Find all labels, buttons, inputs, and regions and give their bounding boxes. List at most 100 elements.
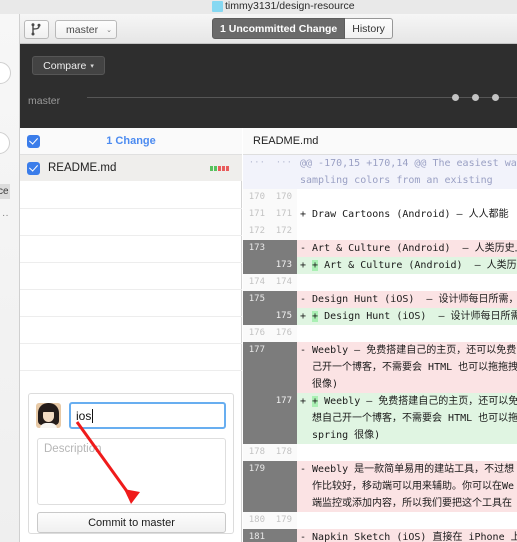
diff-line-content: - Weebly 是一款简单易用的建站工具，不过想 (297, 461, 517, 478)
changes-panel: 1 Change README.md ios Description Commi… (20, 128, 242, 542)
diff-body[interactable]: ··· ··· @@ -170,15 +170,14 @@ The easiest … (243, 155, 517, 542)
diff-line[interactable]: 175 - Design Hunt (iOS) — 设计师每日所需， (243, 291, 517, 308)
diff-line[interactable]: 172 172 (243, 223, 517, 240)
diff-line-number-new (270, 461, 297, 478)
row-divider (20, 343, 242, 344)
diff-line[interactable]: 171 171 + Draw Cartoons (Android) — 人人都能 (243, 206, 517, 223)
repo-color-swatch (212, 1, 223, 12)
diff-line-number-old: 171 (243, 206, 270, 223)
toolbar: master ⌄ 1 Uncommitted Change History (0, 14, 517, 44)
view-segmented-control: 1 Uncommitted Change History (212, 18, 393, 39)
diff-line-number-old: 172 (243, 223, 270, 240)
diff-line-number-old: 173 (243, 240, 270, 257)
diff-line[interactable]: 174 174 (243, 274, 517, 291)
diff-line[interactable]: 作比较好，移动端可以用来辅助。你可以在We (243, 478, 517, 495)
diff-line-content: sampling colors from an existing (297, 172, 517, 189)
diff-line-number-old (243, 257, 270, 274)
diff-line-content (297, 512, 517, 529)
diff-line-number-new (270, 410, 297, 427)
diff-line-content: 很像) (297, 376, 517, 393)
github-desktop-window: timmy3131/design-resource master ⌄ 1 Unc… (0, 0, 517, 542)
diff-line-number-old: 177 (243, 342, 270, 359)
diff-line-content: 作比较好，移动端可以用来辅助。你可以在We (297, 478, 517, 495)
file-checkbox[interactable] (27, 161, 40, 175)
branch-icon (31, 23, 41, 36)
diff-line[interactable]: 173 - Art & Culture (Android) — 人类历史上 (243, 240, 517, 257)
diff-line[interactable]: 175 + + Design Hunt (iOS) — 设计师每日所需 (243, 308, 517, 325)
diff-line[interactable]: ··· ··· @@ -170,15 +170,14 @@ The easiest … (243, 155, 517, 172)
changes-header: 1 Change (20, 128, 242, 155)
branch-icon-button[interactable] (24, 20, 49, 39)
diff-line-number-new: 179 (270, 512, 297, 529)
diff-line-number-old (243, 359, 270, 376)
changes-count-label: 1 Change (106, 135, 156, 147)
commit-description-input[interactable]: Description (37, 438, 226, 505)
diff-line-number-old: 174 (243, 274, 270, 291)
diff-line[interactable]: 很像) (243, 376, 517, 393)
diff-line-content: 己开一个博客，不需要会 HTML 也可以拖拖拽 (297, 359, 517, 376)
row-divider (20, 370, 242, 371)
diff-line-number-new: 173 (270, 257, 297, 274)
diff-line-number-old (243, 427, 270, 444)
diff-panel: README.md ··· ··· @@ -170,15 +170,14 @@ Th… (243, 128, 517, 542)
diff-line[interactable]: 177 - Weebly — 免费搭建自己的主页，还可以免费 (243, 342, 517, 359)
diff-line-content (297, 325, 517, 342)
compare-button-label: Compare (43, 59, 87, 72)
graph-branch-label: master (28, 95, 61, 107)
diff-line-number-old: 170 (243, 189, 270, 206)
avatar (36, 403, 61, 428)
compare-button[interactable]: Compare ▾ (32, 56, 105, 75)
diff-add-marker: + (312, 260, 319, 271)
diff-line-number-old: 181 (243, 529, 270, 542)
edge-circle-decor (0, 62, 11, 84)
diff-line[interactable]: 180 179 (243, 512, 517, 529)
diff-line[interactable]: 170 170 (243, 189, 517, 206)
repository-title: timmy3131/design-resource (225, 0, 355, 12)
commit-dot[interactable] (452, 94, 459, 101)
diff-line-number-old (243, 478, 270, 495)
diff-line-number-old (243, 393, 270, 410)
diff-line-number-new (270, 529, 297, 542)
tab-uncommitted-changes[interactable]: 1 Uncommitted Change (212, 18, 346, 39)
diff-line-number-new (270, 359, 297, 376)
diff-line-number-old (243, 410, 270, 427)
row-divider (20, 208, 242, 209)
diff-line-content: 端监控或添加内容，所以我们要把这个工具在 (297, 495, 517, 512)
diff-line[interactable]: 想自己开一个博客，不需要会 HTML 也可以拖 (243, 410, 517, 427)
commit-form: ios Description Commit to master (28, 393, 234, 534)
changed-file-row[interactable]: README.md (20, 155, 242, 181)
diff-line-number-new (270, 427, 297, 444)
diff-line-number-new: 178 (270, 444, 297, 461)
diff-line-content (297, 444, 517, 461)
diff-line[interactable]: 173 + + Art & Culture (Android) — 人类历史 (243, 257, 517, 274)
commit-dot[interactable] (472, 94, 479, 101)
row-divider (20, 316, 242, 317)
diff-line-number-old (243, 495, 270, 512)
diff-line[interactable]: 181 - Napkin Sketch (iOS) 直接在 iPhone 上进 (243, 529, 517, 542)
compare-bar: Compare ▾ master (20, 44, 517, 128)
tab-history[interactable]: History (345, 18, 393, 39)
diff-line[interactable]: 177 + + Weebly — 免费搭建自己的主页，还可以免 (243, 393, 517, 410)
branch-selector-button[interactable]: master ⌄ (55, 20, 117, 39)
commit-to-master-button[interactable]: Commit to master (37, 512, 226, 533)
diff-line-number-new (270, 172, 297, 189)
diff-line[interactable]: 178 178 (243, 444, 517, 461)
diff-line[interactable]: 179 - Weebly 是一款简单易用的建站工具，不过想 (243, 461, 517, 478)
diff-line-number-new: 175 (270, 308, 297, 325)
diff-line[interactable]: 己开一个博客，不需要会 HTML 也可以拖拖拽 (243, 359, 517, 376)
diff-line[interactable]: sampling colors from an existing (243, 172, 517, 189)
diff-line-number-new: 171 (270, 206, 297, 223)
diff-line-content: + + Weebly — 免费搭建自己的主页，还可以免 (297, 393, 517, 410)
commit-dot[interactable] (492, 94, 499, 101)
diff-line[interactable]: 端监控或添加内容，所以我们要把这个工具在 (243, 495, 517, 512)
diff-line-number-new: 174 (270, 274, 297, 291)
diff-line-number-old: 180 (243, 512, 270, 529)
diff-line[interactable]: 176 176 (243, 325, 517, 342)
diff-line-content: 想自己开一个博客，不需要会 HTML 也可以拖 (297, 410, 517, 427)
branch-selector-label: master (66, 23, 99, 36)
diff-line-content: @@ -170,15 +170,14 @@ The easiest wa (297, 155, 517, 172)
diff-line[interactable]: spring 很像) (243, 427, 517, 444)
diff-line-number-old: 179 (243, 461, 270, 478)
commit-summary-input[interactable]: ios (69, 402, 226, 429)
diff-line-number-new (270, 495, 297, 512)
